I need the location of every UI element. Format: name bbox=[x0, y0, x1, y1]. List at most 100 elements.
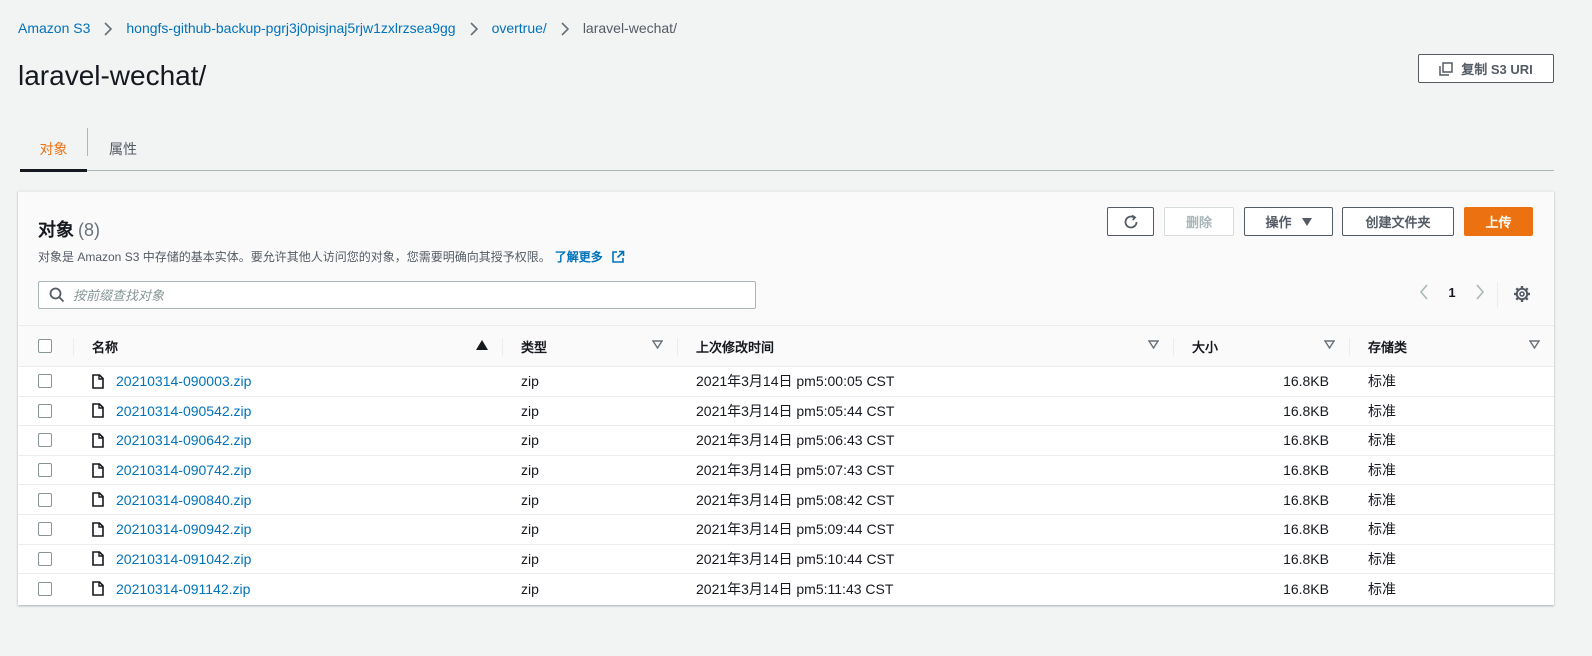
object-link[interactable]: 20210314-091142.zip bbox=[116, 581, 250, 597]
tab-bar: 对象 属性 bbox=[20, 126, 1554, 172]
modified-cell: 2021年3月14日 pm5:00:05 CST bbox=[696, 373, 895, 390]
row-checkbox[interactable] bbox=[38, 403, 52, 418]
objects-count: (8) bbox=[78, 220, 100, 240]
size-cell: 16.8KB bbox=[1283, 373, 1329, 390]
breadcrumb-current: laravel-wechat/ bbox=[582, 20, 677, 37]
objects-description: 对象是 Amazon S3 中存储的基本实体。要允许其他人访问您的对象，您需要明… bbox=[38, 248, 625, 265]
column-separator bbox=[677, 337, 678, 356]
row-checkbox[interactable] bbox=[38, 551, 52, 566]
copy-icon bbox=[1439, 61, 1453, 76]
header-last-modified[interactable]: 上次修改时间 bbox=[677, 326, 1173, 367]
chevron-right-icon bbox=[547, 20, 583, 36]
create-folder-button[interactable]: 创建文件夹 bbox=[1342, 207, 1454, 236]
table-row: 20210314-090840.zip zip 2021年3月14日 pm5:0… bbox=[18, 485, 1554, 515]
file-icon bbox=[92, 581, 104, 597]
copy-s3-uri-label: 复制 S3 URI bbox=[1461, 62, 1533, 77]
row-checkbox[interactable] bbox=[38, 463, 52, 478]
row-checkbox[interactable] bbox=[38, 374, 52, 389]
header-last-modified-label: 上次修改时间 bbox=[696, 339, 775, 355]
sort-caret-icon bbox=[1324, 339, 1335, 349]
table-body: 20210314-090003.zip zip 2021年3月14日 pm5:0… bbox=[18, 367, 1554, 604]
row-checkbox[interactable] bbox=[38, 492, 52, 507]
object-link[interactable]: 20210314-090742.zip bbox=[116, 462, 251, 478]
header-name[interactable]: 名称 bbox=[73, 326, 502, 367]
object-link[interactable]: 20210314-090840.zip bbox=[116, 492, 251, 508]
object-link[interactable]: 20210314-090542.zip bbox=[116, 403, 251, 419]
name-cell: 20210314-090742.zip bbox=[73, 462, 502, 478]
breadcrumb-folder-overtrue[interactable]: overtrue/ bbox=[492, 20, 547, 36]
refresh-icon bbox=[1123, 214, 1139, 230]
storage-class-cell: 标准 bbox=[1368, 491, 1396, 508]
file-icon bbox=[92, 433, 104, 448]
size-cell: 16.8KB bbox=[1283, 550, 1329, 567]
object-link[interactable]: 20210314-090942.zip bbox=[116, 521, 251, 537]
next-page-icon[interactable] bbox=[1466, 284, 1494, 300]
type-cell: zip bbox=[521, 373, 539, 390]
select-all-cell bbox=[18, 326, 73, 367]
row-checkbox[interactable] bbox=[38, 581, 52, 596]
table-row: 20210314-091142.zip zip 2021年3月14日 pm5:1… bbox=[18, 574, 1554, 604]
external-link-icon bbox=[611, 250, 625, 264]
table-header-row: 名称 类型 上次修改时间 大小 存储类 bbox=[18, 326, 1554, 367]
header-storage-class-label: 存储类 bbox=[1368, 339, 1408, 355]
header-storage-class[interactable]: 存储类 bbox=[1349, 326, 1554, 367]
tab-properties[interactable]: 属性 bbox=[88, 126, 158, 171]
objects-description-text: 对象是 Amazon S3 中存储的基本实体。要允许其他人访问您的对象，您需要明… bbox=[38, 250, 551, 264]
row-select-cell bbox=[18, 522, 73, 537]
objects-table: 名称 类型 上次修改时间 大小 存储类 20210314-090003.zip … bbox=[18, 326, 1554, 604]
column-separator bbox=[1173, 337, 1174, 356]
breadcrumb-amazon-s3[interactable]: Amazon S3 bbox=[18, 20, 90, 36]
storage-class-cell: 标准 bbox=[1368, 373, 1396, 390]
previous-page-icon[interactable] bbox=[1410, 284, 1438, 300]
actions-dropdown-button[interactable]: 操作 bbox=[1244, 207, 1333, 236]
select-all-checkbox[interactable] bbox=[38, 339, 52, 353]
name-cell: 20210314-090642.zip bbox=[73, 432, 502, 448]
pagination: 1 bbox=[1410, 284, 1494, 300]
settings-gear-icon[interactable] bbox=[1513, 285, 1531, 303]
storage-class-cell: 标准 bbox=[1368, 550, 1396, 567]
size-cell: 16.8KB bbox=[1283, 402, 1329, 419]
type-cell: zip bbox=[521, 462, 539, 479]
row-select-cell bbox=[18, 551, 73, 566]
breadcrumb-bucket[interactable]: hongfs-github-backup-pgrj3j0pisjnaj5rjw1… bbox=[126, 20, 455, 36]
caret-down-icon bbox=[1301, 217, 1312, 226]
row-checkbox[interactable] bbox=[38, 522, 52, 537]
storage-class-cell: 标准 bbox=[1368, 580, 1396, 597]
sort-caret-icon bbox=[1529, 339, 1540, 349]
breadcrumb: Amazon S3 hongfs-github-backup-pgrj3j0pi… bbox=[18, 20, 677, 36]
page-number[interactable]: 1 bbox=[1438, 285, 1466, 300]
file-icon bbox=[92, 551, 104, 567]
modified-cell: 2021年3月14日 pm5:05:44 CST bbox=[696, 402, 895, 419]
row-select-cell bbox=[18, 581, 73, 596]
object-link[interactable]: 20210314-090003.zip bbox=[116, 373, 251, 389]
table-row: 20210314-090942.zip zip 2021年3月14日 pm5:0… bbox=[18, 515, 1554, 545]
modified-cell: 2021年3月14日 pm5:07:43 CST bbox=[696, 462, 895, 479]
row-select-cell bbox=[18, 403, 73, 418]
row-select-cell bbox=[18, 492, 73, 507]
search-icon bbox=[49, 287, 65, 303]
learn-more-link[interactable]: 了解更多 bbox=[555, 248, 603, 265]
name-cell: 20210314-091042.zip bbox=[73, 551, 502, 567]
table-row: 20210314-090742.zip zip 2021年3月14日 pm5:0… bbox=[18, 456, 1554, 486]
upload-button[interactable]: 上传 bbox=[1464, 207, 1533, 236]
search-box bbox=[38, 281, 756, 309]
refresh-button[interactable] bbox=[1107, 207, 1154, 236]
header-type[interactable]: 类型 bbox=[502, 326, 677, 367]
type-cell: zip bbox=[521, 580, 539, 597]
size-cell: 16.8KB bbox=[1283, 491, 1329, 508]
row-checkbox[interactable] bbox=[38, 433, 52, 448]
name-cell: 20210314-090003.zip bbox=[73, 373, 502, 389]
delete-button[interactable]: 删除 bbox=[1164, 207, 1234, 236]
size-cell: 16.8KB bbox=[1283, 521, 1329, 538]
type-cell: zip bbox=[521, 491, 539, 508]
object-link[interactable]: 20210314-091042.zip bbox=[116, 551, 251, 567]
storage-class-cell: 标准 bbox=[1368, 521, 1396, 538]
type-cell: zip bbox=[521, 432, 539, 449]
header-size[interactable]: 大小 bbox=[1173, 326, 1349, 367]
size-cell: 16.8KB bbox=[1283, 462, 1329, 479]
object-link[interactable]: 20210314-090642.zip bbox=[116, 432, 251, 448]
copy-s3-uri-button[interactable]: 复制 S3 URI bbox=[1418, 54, 1554, 83]
tab-objects[interactable]: 对象 bbox=[20, 126, 87, 172]
type-cell: zip bbox=[521, 521, 539, 538]
search-input[interactable] bbox=[73, 287, 713, 303]
